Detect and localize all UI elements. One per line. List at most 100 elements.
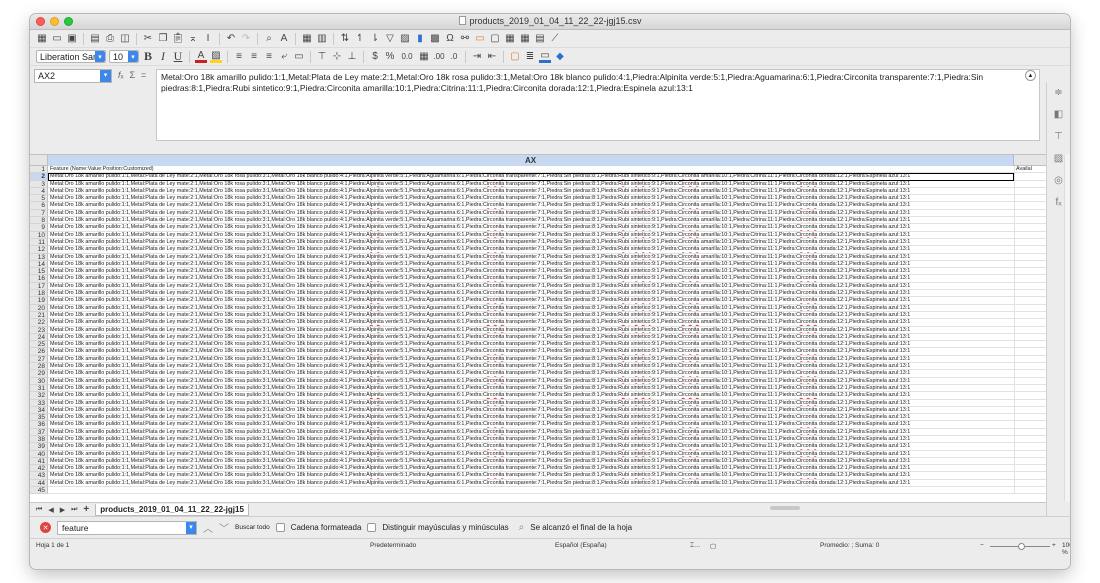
delete-decimal-icon[interactable]: .0	[448, 51, 460, 63]
cell-ax[interactable]: Metal:Oro 18k amarillo pulido:1:1,Metal:…	[48, 297, 1014, 305]
increase-indent-icon[interactable]: ⇥	[471, 51, 483, 63]
row-header[interactable]: 24	[30, 333, 48, 342]
cell-ay[interactable]	[1014, 435, 1046, 444]
column-header-next[interactable]	[1014, 155, 1046, 166]
cell-ay[interactable]	[1014, 421, 1046, 429]
wrap-text-icon[interactable]: ⤶	[278, 51, 290, 63]
row-header[interactable]: 30	[30, 377, 48, 385]
table-row[interactable]: 6 Metal:Oro 18k amarillo pulido:1:1,Metal…	[30, 202, 1046, 210]
zoom-out-icon[interactable]: −	[980, 542, 984, 549]
table-row[interactable]: 23 Metal:Oro 18k amarillo pulido:1:1,Meta…	[30, 326, 1046, 334]
table-row[interactable]: 41 Metal:Oro 18k amarillo pulido:1:1,Meta…	[30, 457, 1046, 466]
previous-sheet-icon[interactable]: ◀	[48, 506, 53, 514]
cell-ax[interactable]: Metal:Oro 18k amarillo pulido:1:1,Metal:…	[48, 224, 1014, 232]
last-sheet-icon[interactable]: ⏭	[71, 506, 77, 514]
column-icon[interactable]: ▥	[316, 33, 328, 45]
cell-ax[interactable]: Metal:Oro 18k amarillo pulido:1:1,Metal:…	[48, 443, 1014, 451]
table-row[interactable]: 12 Metal:Oro 18k amarillo pulido:1:1,Meta…	[30, 246, 1046, 254]
row-header[interactable]: 37	[30, 428, 48, 436]
spreadsheet-grid[interactable]: AX 1 Feature (Name:Value:Position:Customi…	[30, 154, 1046, 502]
table-row[interactable]: 33 Metal:Oro 18k amarillo pulido:1:1,Meta…	[30, 399, 1046, 407]
cell-ax[interactable]: Feature (Name:Value:Position:Customized)	[48, 166, 1014, 174]
cell-ay[interactable]	[1014, 238, 1046, 247]
chart-icon[interactable]: ▮	[414, 33, 426, 45]
cell-ay[interactable]	[1014, 217, 1046, 225]
row-header[interactable]: 10	[30, 231, 48, 239]
cell-ax[interactable]: Metal:Oro 18k amarillo pulido:1:1,Metal:…	[48, 173, 1014, 181]
table-row[interactable]: 18 Metal:Oro 18k amarillo pulido:1:1,Meta…	[30, 290, 1046, 298]
cell-ay[interactable]	[1014, 333, 1046, 342]
row-header[interactable]: 4	[30, 187, 48, 196]
cell-ay[interactable]	[1014, 443, 1046, 451]
cell-ax[interactable]: Metal:Oro 18k amarillo pulido:1:1,Metal:…	[48, 195, 1014, 203]
table-row[interactable]: 5 Metal:Oro 18k amarillo pulido:1:1,Metal…	[30, 195, 1046, 203]
align-middle-icon[interactable]: ⊹	[331, 51, 343, 63]
row-header[interactable]: 44	[30, 479, 48, 488]
table-row[interactable]: 34 Metal:Oro 18k amarillo pulido:1:1,Meta…	[30, 406, 1046, 415]
row-header[interactable]: 19	[30, 297, 48, 305]
row-header[interactable]: 29	[30, 370, 48, 378]
next-sheet-icon[interactable]: ▶	[60, 506, 65, 514]
table-row[interactable]: 35 Metal:Oro 18k amarillo pulido:1:1,Meta…	[30, 414, 1046, 422]
clone-format-icon[interactable]: ⌅	[187, 33, 199, 45]
split-window-icon[interactable]: ▤	[534, 33, 546, 45]
add-decimal-icon[interactable]: .00	[433, 51, 445, 63]
find-previous-icon[interactable]: ︿	[203, 520, 213, 535]
row-header[interactable]: 22	[30, 319, 48, 327]
cell-ay[interactable]	[1014, 355, 1046, 364]
table-row[interactable]: 10 Metal:Oro 18k amarillo pulido:1:1,Meta…	[30, 231, 1046, 239]
percent-format-button[interactable]: %	[384, 51, 396, 63]
table-row[interactable]: 37 Metal:Oro 18k amarillo pulido:1:1,Meta…	[30, 428, 1046, 436]
cell-ax[interactable]: Metal:Oro 18k amarillo pulido:1:1,Metal:…	[48, 472, 1014, 480]
border-color-icon[interactable]: ▭	[539, 50, 551, 63]
row-header[interactable]: 14	[30, 260, 48, 269]
vertical-scrollbar[interactable]	[1064, 154, 1070, 502]
row-header[interactable]: 16	[30, 275, 48, 283]
zoom-in-icon[interactable]: +	[1052, 542, 1056, 549]
cell-ax[interactable]: Metal:Oro 18k amarillo pulido:1:1,Metal:…	[48, 232, 1014, 239]
copy-icon[interactable]: ❐	[157, 33, 169, 45]
align-top-icon[interactable]: ⊤	[316, 51, 328, 63]
cell-ay[interactable]	[1014, 457, 1046, 466]
table-row[interactable]: 2 Metal:Oro 18k amarillo pulido:1:1,Metal…	[30, 173, 1046, 181]
cell-ax[interactable]: Metal:Oro 18k amarillo pulido:1:1,Metal:…	[48, 283, 1014, 291]
formatted-string-checkbox[interactable]	[275, 523, 285, 532]
cell-ay[interactable]	[1014, 180, 1046, 188]
functions-icon[interactable]: fₓ	[1053, 196, 1065, 208]
table-row[interactable]: 44 Metal:Oro 18k amarillo pulido:1:1,Meta…	[30, 479, 1046, 488]
spelling-icon[interactable]: A	[278, 33, 290, 45]
cell-ay[interactable]	[1014, 377, 1046, 385]
cell-ay[interactable]	[1014, 290, 1046, 298]
table-row[interactable]: 21 Metal:Oro 18k amarillo pulido:1:1,Meta…	[30, 311, 1046, 320]
cell-ax[interactable]: Metal:Oro 18k amarillo pulido:1:1,Metal:…	[48, 400, 1014, 407]
cell-ay[interactable]	[1014, 246, 1046, 254]
cell-ax[interactable]: Metal:Oro 18k amarillo pulido:1:1,Metal:…	[48, 275, 1014, 283]
row-header[interactable]: 26	[30, 348, 48, 356]
hyperlink-icon[interactable]: ⚯	[459, 33, 471, 45]
cell-ax[interactable]: Metal:Oro 18k amarillo pulido:1:1,Metal:…	[48, 451, 1014, 458]
freeze-rows-icon[interactable]: ▦	[519, 33, 531, 45]
define-print-area-icon[interactable]: ▦	[504, 33, 516, 45]
cell-ay[interactable]	[1014, 253, 1046, 261]
select-all-corner[interactable]	[30, 155, 48, 166]
table-row[interactable]: 26 Metal:Oro 18k amarillo pulido:1:1,Meta…	[30, 348, 1046, 356]
table-row[interactable]: 4 Metal:Oro 18k amarillo pulido:1:1,Metal…	[30, 187, 1046, 196]
cell-ax[interactable]: Metal:Oro 18k amarillo pulido:1:1,Metal:…	[48, 319, 1014, 327]
table-row[interactable]: 42 Metal:Oro 18k amarillo pulido:1:1,Meta…	[30, 465, 1046, 473]
border-style-icon[interactable]: ≣	[524, 51, 536, 63]
cell-ay[interactable]	[1014, 297, 1046, 305]
cell-ay[interactable]	[1014, 363, 1046, 371]
sheet-tab[interactable]: products_2019_01_04_11_22_22-jgj15	[95, 503, 249, 516]
italic-button[interactable]: I	[157, 49, 169, 63]
cell-ay[interactable]	[1014, 450, 1046, 458]
row-header[interactable]: 34	[30, 406, 48, 415]
table-row[interactable]: 39 Metal:Oro 18k amarillo pulido:1:1,Meta…	[30, 443, 1046, 451]
cell-ay[interactable]	[1014, 479, 1046, 488]
cell-ax[interactable]: Metal:Oro 18k amarillo pulido:1:1,Metal:…	[48, 480, 1014, 488]
print-preview-icon[interactable]: ◫	[119, 33, 131, 45]
row-header[interactable]: 11	[30, 238, 48, 247]
row-header[interactable]: 42	[30, 465, 48, 473]
column-header-ax[interactable]: AX	[48, 155, 1014, 166]
row-header[interactable]: 45	[30, 487, 48, 495]
row-header[interactable]: 2	[30, 173, 48, 181]
